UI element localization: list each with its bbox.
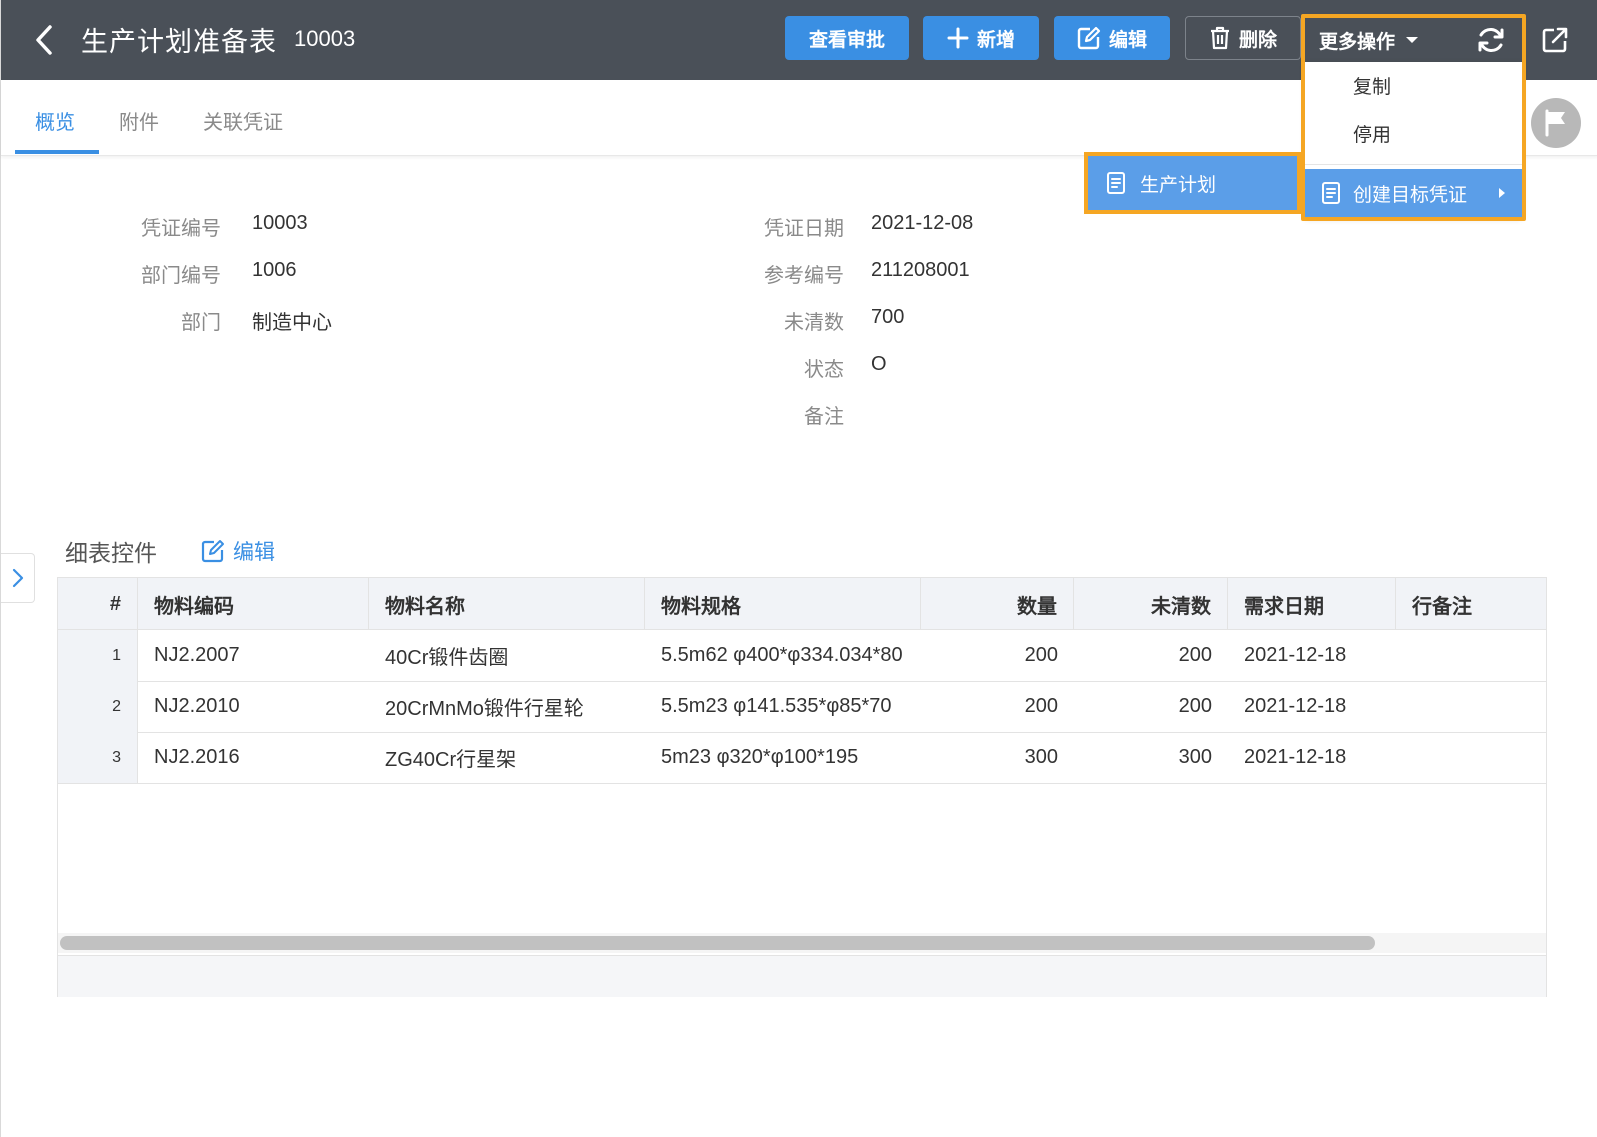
view-approval-label: 查看审批	[808, 29, 885, 51]
field-label-voucher-no: 凭证编号	[141, 218, 221, 240]
cell-material-code: NJ2.2016	[154, 746, 240, 768]
cell-quantity: 200	[1024, 644, 1058, 666]
edit-label: 编辑	[1108, 29, 1147, 51]
cell-open-qty: 200	[1178, 695, 1212, 717]
export-button[interactable]	[1533, 18, 1577, 62]
table-row[interactable]: 3 NJ2.2016 ZG40Cr行星架 5m23 φ320*φ100*195 …	[58, 732, 1546, 784]
cell-material-spec: 5m23 φ320*φ100*195	[661, 746, 859, 768]
cell-open-qty: 200	[1178, 644, 1212, 666]
cell-index: 2	[58, 681, 138, 732]
field-label-remark: 备注	[804, 406, 844, 428]
field-value-voucher-date: 2021-12-08	[871, 212, 974, 234]
doc-number: 10003	[294, 26, 356, 51]
cell-material-code: NJ2.2007	[154, 644, 240, 666]
plus-icon	[947, 27, 969, 49]
column-header-open-qty[interactable]: 未清数	[1074, 578, 1228, 630]
field-label-dept-no: 部门编号	[141, 265, 221, 287]
grid-footer	[58, 955, 1546, 997]
column-header-index[interactable]: #	[58, 578, 138, 630]
cell-req-date: 2021-12-18	[1244, 695, 1347, 717]
scrollbar-thumb[interactable]	[60, 936, 1375, 950]
app-window: 生产计划准备表 10003 查看审批 新增 编辑 删除 更多操作 概览 附件 关…	[0, 0, 1597, 1137]
highlight-callout-submenu	[1084, 152, 1301, 214]
highlight-callout-more-menu	[1301, 14, 1526, 221]
chevron-left-icon	[36, 25, 52, 55]
delete-label: 删除	[1238, 29, 1277, 51]
detail-edit-label: 编辑	[233, 541, 275, 564]
cell-quantity: 200	[1024, 695, 1058, 717]
cell-open-qty: 300	[1178, 746, 1212, 768]
trash-icon	[1210, 26, 1229, 50]
detail-section-title: 细表控件	[65, 540, 157, 566]
field-value-ref-no: 211208001	[871, 259, 970, 281]
detail-edit-button[interactable]: 编辑	[201, 536, 275, 566]
cell-material-name: ZG40Cr行星架	[385, 749, 517, 771]
edit-button[interactable]: 编辑	[1054, 16, 1170, 60]
field-label-voucher-date: 凭证日期	[764, 218, 844, 240]
page-title: 生产计划准备表	[81, 27, 277, 57]
cell-index: 3	[58, 732, 138, 783]
column-header-material-spec[interactable]: 物料规格	[645, 578, 921, 630]
cell-material-spec: 5.5m23 φ141.535*φ85*70	[661, 695, 892, 717]
edit-icon	[201, 540, 224, 563]
column-header-req-date[interactable]: 需求日期	[1228, 578, 1396, 630]
cell-index: 1	[58, 630, 138, 681]
view-approval-button[interactable]: 查看审批	[785, 16, 909, 60]
cell-material-name: 40Cr锻件齿圈	[385, 647, 509, 669]
sidebar-toggle[interactable]	[1, 553, 35, 603]
delete-button[interactable]: 删除	[1185, 16, 1301, 60]
field-label-status: 状态	[804, 359, 844, 381]
field-value-dept-no: 1006	[252, 259, 297, 281]
field-value-open-qty: 700	[871, 306, 905, 328]
field-value-voucher-no: 10003	[252, 212, 308, 234]
table-row[interactable]: 2 NJ2.2010 20CrMnMo锻件行星轮 5.5m23 φ141.535…	[58, 681, 1546, 733]
cell-quantity: 300	[1024, 746, 1058, 768]
tab-attachments[interactable]: 附件	[119, 106, 159, 135]
active-tab-indicator	[15, 150, 99, 154]
add-label: 新增	[976, 29, 1015, 51]
detail-grid: # 物料编码 物料名称 物料规格 数量 未清数 需求日期 行备注 1 NJ2.2…	[57, 577, 1547, 997]
column-header-line-remark[interactable]: 行备注	[1396, 578, 1546, 630]
cell-material-code: NJ2.2010	[154, 695, 240, 717]
tab-related-vouchers[interactable]: 关联凭证	[203, 106, 283, 135]
back-button[interactable]	[29, 22, 59, 58]
tab-overview[interactable]: 概览	[35, 106, 75, 135]
flag-icon	[1545, 109, 1565, 137]
field-label-open-qty: 未清数	[784, 312, 844, 334]
field-value-dept: 制造中心	[252, 312, 332, 334]
field-value-status: O	[871, 353, 887, 375]
horizontal-scrollbar[interactable]	[58, 933, 1546, 953]
column-header-material-name[interactable]: 物料名称	[369, 578, 645, 630]
add-button[interactable]: 新增	[923, 16, 1039, 60]
table-row[interactable]: 1 NJ2.2007 40Cr锻件齿圈 5.5m62 φ400*φ334.034…	[58, 630, 1546, 682]
cell-material-spec: 5.5m62 φ400*φ334.034*80	[661, 644, 903, 666]
cell-req-date: 2021-12-18	[1244, 644, 1347, 666]
share-icon	[1542, 27, 1568, 53]
edit-icon	[1077, 26, 1101, 50]
field-label-ref-no: 参考编号	[764, 265, 844, 287]
grid-header: # 物料编码 物料名称 物料规格 数量 未清数 需求日期 行备注	[58, 578, 1546, 630]
column-header-material-code[interactable]: 物料编码	[138, 578, 369, 630]
field-label-dept: 部门	[181, 312, 221, 334]
column-header-quantity[interactable]: 数量	[921, 578, 1074, 630]
cell-material-name: 20CrMnMo锻件行星轮	[385, 698, 584, 720]
chevron-right-icon	[12, 568, 23, 588]
cell-req-date: 2021-12-18	[1244, 746, 1347, 768]
flag-button[interactable]	[1531, 98, 1581, 148]
